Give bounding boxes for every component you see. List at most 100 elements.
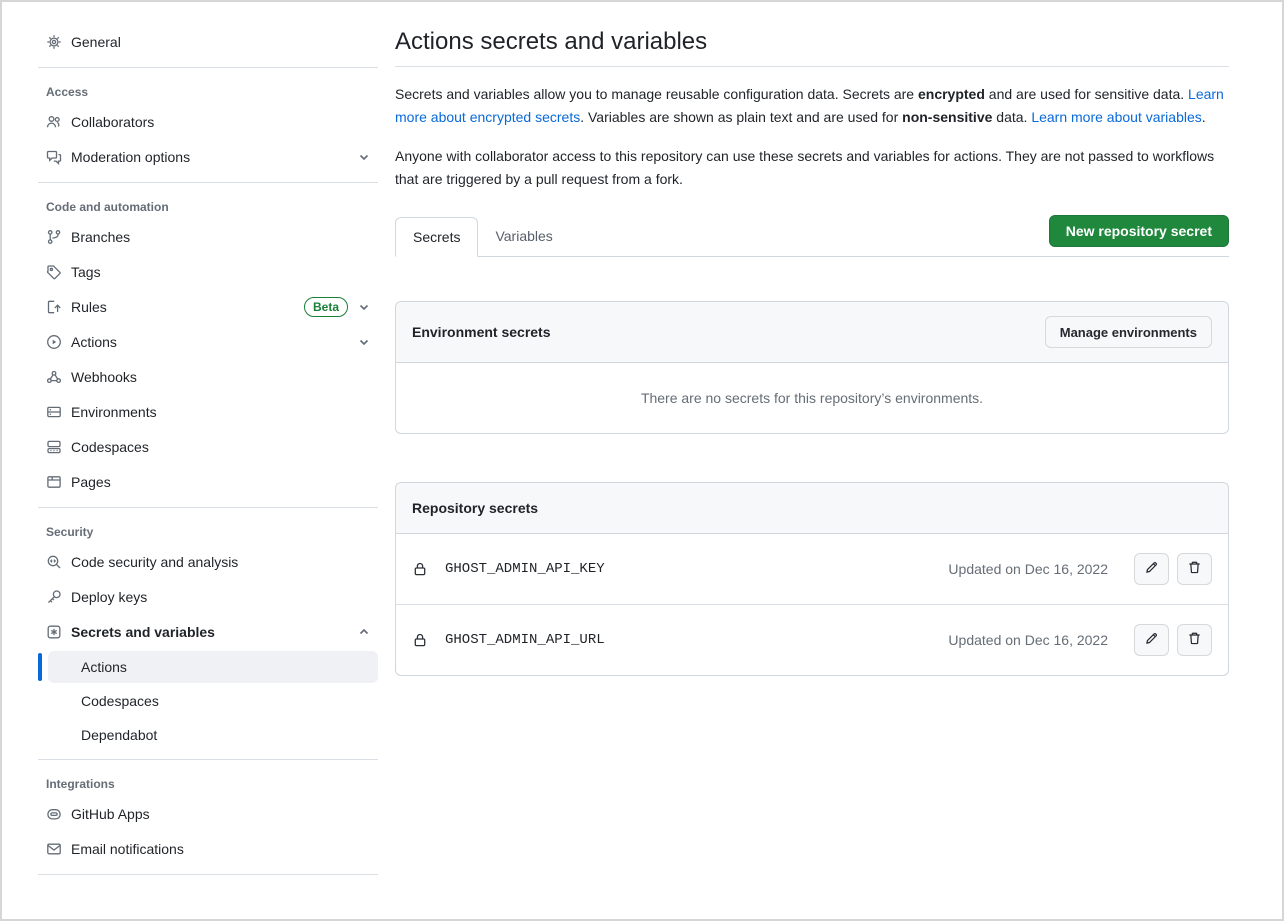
key-icon [46, 589, 62, 605]
environment-secrets-panel: Environment secrets Manage environments … [395, 301, 1229, 434]
gear-icon [46, 34, 62, 50]
sidebar-item-label: General [71, 34, 121, 50]
secrets-subnav: Actions Codespaces Dependabot [38, 651, 378, 751]
sidebar-item-code-security[interactable]: Code security and analysis [38, 544, 378, 579]
page-title: Actions secrets and variables [395, 28, 1229, 67]
sidebar-item-label: Moderation options [71, 149, 190, 165]
main-content: Actions secrets and variables Secrets an… [395, 2, 1229, 919]
repository-secrets-title: Repository secrets [412, 500, 538, 516]
sidebar-item-codespaces[interactable]: Codespaces [38, 429, 378, 464]
git-branch-icon [46, 229, 62, 245]
sidebar-section-security: Security [38, 516, 378, 544]
server-icon [46, 404, 62, 420]
intro-text: and are used for sensitive data. [985, 86, 1188, 102]
sidebar-item-label: Codespaces [71, 439, 149, 455]
code-scan-icon [46, 554, 62, 570]
environment-secrets-title: Environment secrets [412, 324, 551, 340]
sidebar-section-access: Access [38, 76, 378, 104]
sidebar-item-label: Pages [71, 474, 111, 490]
secrets-variables-tabs: Secrets Variables New repository secret [395, 217, 1229, 257]
edit-secret-button[interactable] [1134, 624, 1169, 656]
sidebar-item-general[interactable]: General [38, 24, 378, 59]
repository-secrets-panel: Repository secrets GHOST_ADMIN_API_KEY U… [395, 482, 1229, 676]
new-repository-secret-button[interactable]: New repository secret [1049, 215, 1229, 247]
subnav-item-codespaces[interactable]: Codespaces [48, 685, 378, 717]
secret-updated-date: Updated on Dec 16, 2022 [948, 632, 1108, 648]
tab-variables[interactable]: Variables [478, 217, 569, 256]
asterisk-box-icon [46, 624, 62, 640]
intro-bold-encrypted: encrypted [918, 86, 985, 102]
codespaces-icon [46, 439, 62, 455]
sidebar-item-actions[interactable]: Actions [38, 324, 378, 359]
sidebar-item-deploy-keys[interactable]: Deploy keys [38, 579, 378, 614]
sidebar-item-github-apps[interactable]: GitHub Apps [38, 796, 378, 831]
settings-sidebar: General Access Collaborators Moderation … [38, 2, 378, 919]
sidebar-item-label: Tags [71, 264, 101, 280]
secret-row: GHOST_ADMIN_API_URL Updated on Dec 16, 2… [396, 604, 1228, 675]
delete-secret-button[interactable] [1177, 553, 1212, 585]
chevron-down-icon [358, 336, 370, 348]
pencil-icon [1144, 560, 1159, 578]
delete-secret-button[interactable] [1177, 624, 1212, 656]
trash-icon [1187, 631, 1202, 649]
sidebar-item-email-notifications[interactable]: Email notifications [38, 831, 378, 866]
repository-secrets-header: Repository secrets [396, 483, 1228, 534]
sidebar-divider [38, 759, 378, 760]
sidebar-item-tags[interactable]: Tags [38, 254, 378, 289]
environment-secrets-empty-message: There are no secrets for this repository… [396, 363, 1228, 433]
sidebar-item-environments[interactable]: Environments [38, 394, 378, 429]
sidebar-item-label: Branches [71, 229, 130, 245]
mail-icon [46, 841, 62, 857]
sidebar-item-label: Collaborators [71, 114, 154, 130]
sidebar-item-label: Environments [71, 404, 157, 420]
rules-icon [46, 299, 62, 315]
sidebar-item-label: Webhooks [71, 369, 137, 385]
sidebar-item-label: GitHub Apps [71, 806, 150, 822]
sidebar-section-integrations: Integrations [38, 768, 378, 796]
sidebar-item-secrets-and-variables[interactable]: Secrets and variables [38, 614, 378, 649]
link-learn-variables[interactable]: Learn more about variables [1031, 109, 1201, 125]
tab-secrets[interactable]: Secrets [395, 217, 478, 257]
sidebar-item-webhooks[interactable]: Webhooks [38, 359, 378, 394]
secret-row-actions [1134, 624, 1212, 656]
comment-discussion-icon [46, 149, 62, 165]
sidebar-item-label: Email notifications [71, 841, 184, 857]
chevron-up-icon [358, 626, 370, 638]
play-icon [46, 334, 62, 350]
intro-text: . Variables are shown as plain text and … [580, 109, 902, 125]
webhook-icon [46, 369, 62, 385]
chevron-down-icon [358, 151, 370, 163]
sidebar-item-rules[interactable]: Rules Beta [38, 289, 378, 324]
edit-secret-button[interactable] [1134, 553, 1169, 585]
subnav-item-actions[interactable]: Actions [48, 651, 378, 683]
intro-text: data. [992, 109, 1031, 125]
pencil-icon [1144, 631, 1159, 649]
sidebar-item-moderation-options[interactable]: Moderation options [38, 139, 378, 174]
manage-environments-button[interactable]: Manage environments [1045, 316, 1212, 348]
sidebar-item-branches[interactable]: Branches [38, 219, 378, 254]
subnav-item-dependabot[interactable]: Dependabot [48, 719, 378, 751]
sidebar-item-label: Rules [71, 299, 107, 315]
lock-icon [412, 561, 428, 577]
trash-icon [1187, 560, 1202, 578]
sidebar-divider [38, 874, 378, 875]
browser-icon [46, 474, 62, 490]
people-icon [46, 114, 62, 130]
collaborator-paragraph: Anyone with collaborator access to this … [395, 145, 1229, 191]
secret-name: GHOST_ADMIN_API_KEY [445, 561, 605, 577]
subnav-item-label: Codespaces [81, 693, 159, 709]
intro-text: . [1202, 109, 1206, 125]
secret-name: GHOST_ADMIN_API_URL [445, 632, 605, 648]
beta-badge: Beta [304, 297, 348, 317]
intro-bold-non-sensitive: non-sensitive [902, 109, 992, 125]
tag-icon [46, 264, 62, 280]
chevron-down-icon [358, 301, 370, 313]
secret-updated-date: Updated on Dec 16, 2022 [948, 561, 1108, 577]
sidebar-item-pages[interactable]: Pages [38, 464, 378, 499]
hubot-icon [46, 806, 62, 822]
sidebar-item-collaborators[interactable]: Collaborators [38, 104, 378, 139]
secret-row: GHOST_ADMIN_API_KEY Updated on Dec 16, 2… [396, 534, 1228, 604]
sidebar-item-label: Deploy keys [71, 589, 147, 605]
sidebar-item-label: Code security and analysis [71, 554, 238, 570]
sidebar-divider [38, 182, 378, 183]
